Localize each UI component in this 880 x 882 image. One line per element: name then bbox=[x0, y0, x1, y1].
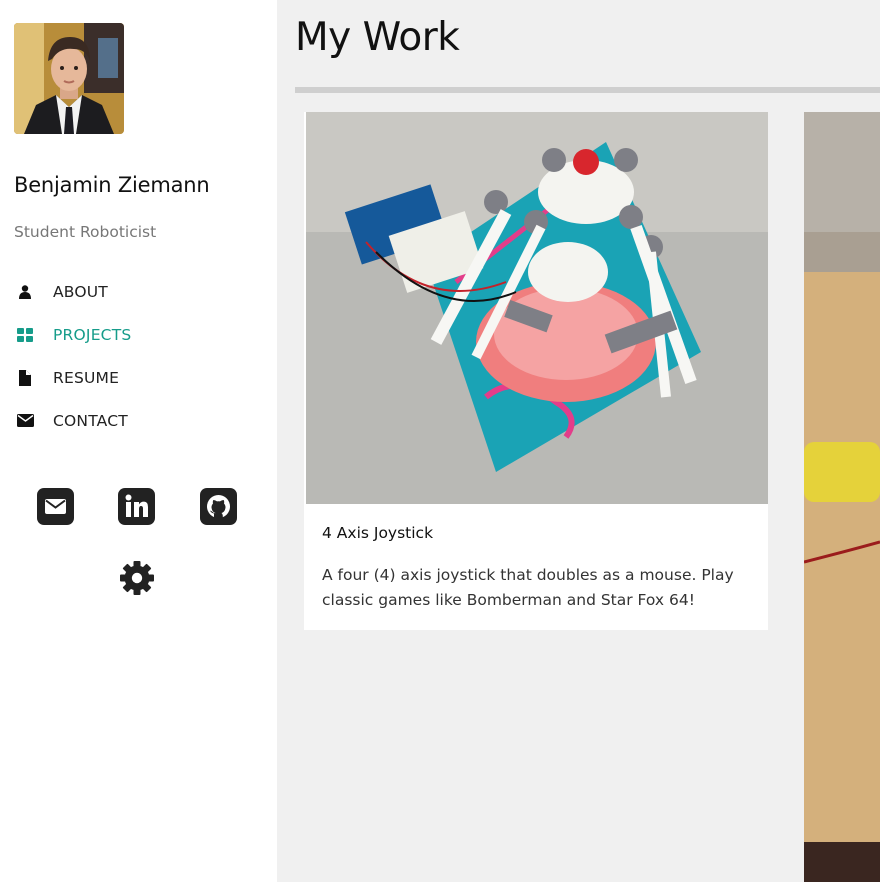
email-icon[interactable] bbox=[37, 488, 74, 525]
sidebar: Benjamin Ziemann Student Roboticist ABOU… bbox=[0, 0, 277, 882]
nav-label-about: ABOUT bbox=[53, 282, 108, 301]
nav-label-resume: RESUME bbox=[53, 368, 120, 387]
profile-subtitle: Student Roboticist bbox=[14, 223, 157, 241]
user-icon bbox=[14, 281, 36, 303]
social-links bbox=[0, 488, 277, 528]
nav-item-projects[interactable]: PROJECTS bbox=[14, 313, 264, 356]
nav-label-contact: CONTACT bbox=[53, 411, 128, 430]
project-image bbox=[306, 112, 768, 504]
file-icon bbox=[14, 367, 36, 389]
project-description: A four (4) axis joystick that doubles as… bbox=[322, 566, 734, 609]
nav-menu: ABOUT PROJECTS RESUME CONTACT bbox=[14, 270, 264, 442]
envelope-icon bbox=[14, 410, 36, 432]
nav-label-projects: PROJECTS bbox=[53, 325, 132, 344]
grid-icon bbox=[14, 324, 36, 346]
linkedin-icon[interactable] bbox=[118, 488, 155, 525]
title-divider bbox=[295, 87, 880, 93]
project-title: 4 Axis Joystick bbox=[322, 524, 434, 542]
nav-item-about[interactable]: ABOUT bbox=[14, 270, 264, 313]
profile-name: Benjamin Ziemann bbox=[14, 173, 210, 197]
project-card[interactable]: 4 Axis Joystick A four (4) axis joystick… bbox=[304, 112, 768, 630]
avatar bbox=[14, 23, 124, 134]
nav-item-resume[interactable]: RESUME bbox=[14, 356, 264, 399]
gear-icon[interactable] bbox=[118, 559, 156, 597]
page-title: My Work bbox=[295, 15, 460, 60]
nav-item-contact[interactable]: CONTACT bbox=[14, 399, 264, 442]
github-icon[interactable] bbox=[200, 488, 237, 525]
project-card-partial[interactable] bbox=[804, 112, 880, 882]
